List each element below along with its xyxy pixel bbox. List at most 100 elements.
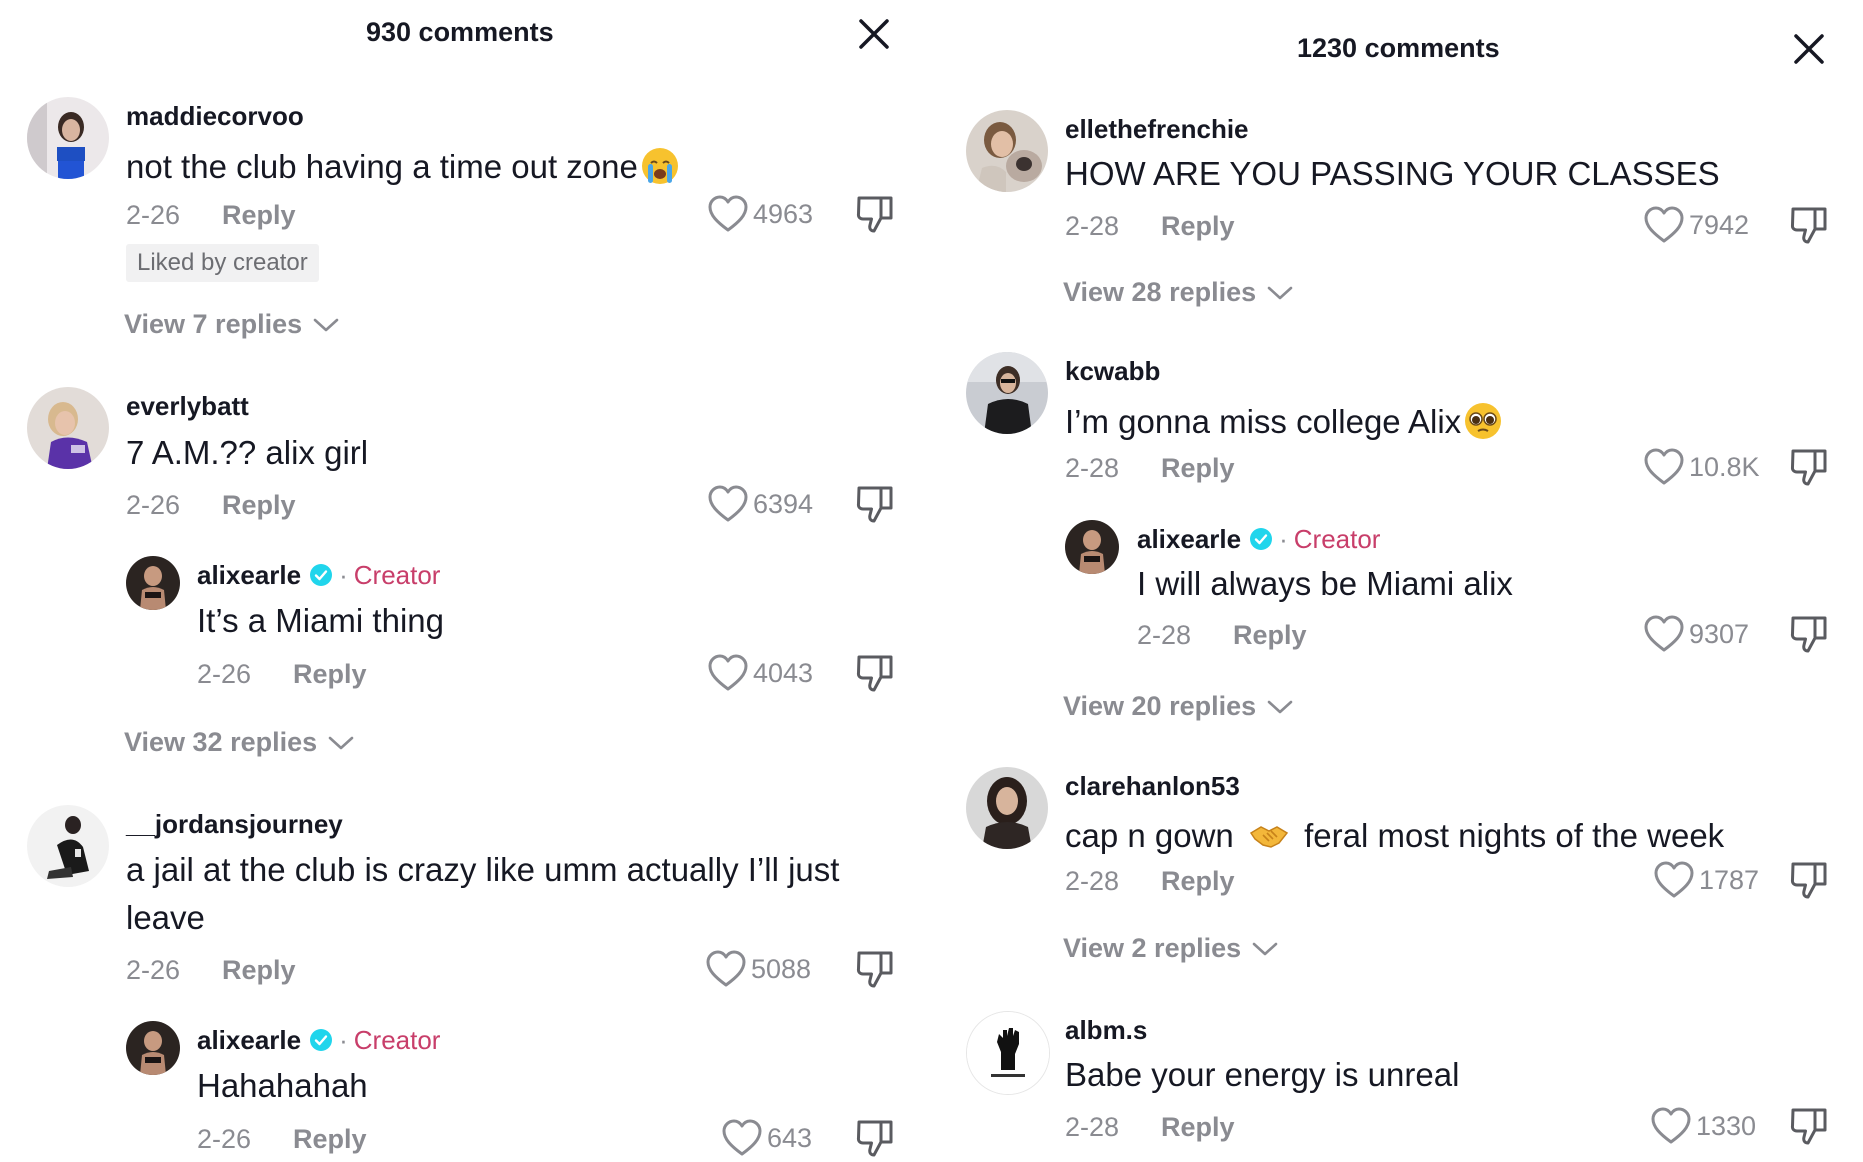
avatar[interactable]: [27, 805, 109, 887]
like-button[interactable]: 9307: [1643, 614, 1749, 654]
dot-separator: ·: [339, 560, 348, 590]
reply-button[interactable]: Reply: [1161, 1112, 1235, 1143]
avatar[interactable]: [966, 767, 1048, 849]
like-button[interactable]: 6394: [707, 484, 813, 524]
like-count: 4963: [753, 198, 814, 229]
dislike-icon[interactable]: [855, 948, 895, 990]
dislike-icon[interactable]: [1789, 204, 1829, 246]
comment-username[interactable]: __jordansjourney: [126, 809, 343, 840]
view-replies-button[interactable]: View 2 replies: [1063, 933, 1279, 964]
comment-text: cap n gown feral most nights of the week: [1065, 812, 1724, 860]
creator-reply-text: It’s a Miami thing: [197, 602, 444, 639]
chevron-down-icon: [327, 734, 355, 752]
view-replies-label: View 20 replies: [1063, 691, 1257, 721]
pleading-face-emoji: [1463, 401, 1503, 441]
heart-icon: [1650, 1106, 1692, 1146]
reply-button[interactable]: Reply: [222, 955, 296, 986]
like-button[interactable]: 10.8K: [1643, 447, 1760, 487]
verified-icon: [309, 1028, 333, 1052]
comment-text: I’m gonna miss college Alix: [1065, 398, 1503, 446]
comment-username[interactable]: clarehanlon53: [1065, 771, 1240, 802]
comment-date: 2-26: [126, 200, 181, 230]
creator-reply-text: I will always be Miami alix: [1137, 565, 1513, 602]
comments-panel-left: 930 comments maddiecorvoo not the club h…: [0, 0, 930, 1162]
dislike-icon[interactable]: [855, 1117, 895, 1159]
avatar[interactable]: [966, 110, 1048, 192]
like-button[interactable]: 7942: [1643, 205, 1749, 245]
dislike-icon[interactable]: [855, 652, 895, 694]
dot-separator: ·: [339, 1025, 348, 1055]
verified-icon: [309, 563, 333, 587]
comment-text: Babe your energy is unreal: [1065, 1056, 1460, 1093]
dislike-icon[interactable]: [855, 193, 895, 235]
close-icon[interactable]: [855, 15, 893, 53]
avatar[interactable]: [27, 387, 109, 469]
like-count: 1330: [1696, 1110, 1757, 1141]
like-button[interactable]: 643: [721, 1118, 812, 1158]
creator-reply-header: alixearle · Creator: [1137, 524, 1380, 555]
like-button[interactable]: 1330: [1650, 1106, 1756, 1146]
comment-date: 2-28: [1137, 620, 1192, 650]
heart-icon: [1643, 205, 1685, 245]
comment-text: not the club having a time out zone: [126, 143, 680, 191]
view-replies-label: View 7 replies: [124, 309, 303, 339]
comments-count-title: 930 comments: [366, 17, 554, 47]
view-replies-button[interactable]: View 20 replies: [1063, 691, 1294, 722]
view-replies-button[interactable]: View 28 replies: [1063, 277, 1294, 308]
view-replies-button[interactable]: View 7 replies: [124, 309, 340, 340]
chevron-down-icon: [1266, 284, 1294, 302]
handshake-emoji: [1249, 815, 1289, 855]
reply-button[interactable]: Reply: [293, 659, 367, 690]
view-replies-label: View 28 replies: [1063, 277, 1257, 307]
reply-button[interactable]: Reply: [222, 490, 296, 521]
chevron-down-icon: [1251, 940, 1279, 958]
comment-date: 2-28: [1065, 453, 1120, 483]
creator-reply-header: alixearle · Creator: [197, 1025, 440, 1056]
like-count: 5088: [751, 953, 812, 984]
comment-text: 7 A.M.?? alix girl: [126, 434, 369, 471]
reply-button[interactable]: Reply: [1233, 620, 1307, 651]
reply-button[interactable]: Reply: [293, 1124, 367, 1155]
dislike-icon[interactable]: [1789, 1105, 1829, 1147]
comment-text-before: cap n gown: [1065, 817, 1234, 854]
comment-username[interactable]: ellethefrenchie: [1065, 114, 1249, 145]
comment-username[interactable]: kcwabb: [1065, 356, 1160, 387]
creator-avatar[interactable]: [126, 556, 180, 610]
like-count: 643: [767, 1122, 813, 1153]
creator-username[interactable]: alixearle: [1137, 524, 1241, 554]
like-count: 7942: [1689, 209, 1750, 240]
comment-date: 2-26: [197, 1124, 252, 1154]
dislike-icon[interactable]: [855, 483, 895, 525]
creator-username[interactable]: alixearle: [197, 560, 301, 590]
dislike-icon[interactable]: [1789, 859, 1829, 901]
creator-label: Creator: [1293, 524, 1381, 554]
view-replies-button[interactable]: View 32 replies: [124, 727, 355, 758]
comment-username[interactable]: albm.s: [1065, 1015, 1147, 1046]
close-icon[interactable]: [1790, 30, 1828, 68]
creator-avatar[interactable]: [1065, 520, 1119, 574]
dislike-icon[interactable]: [1789, 613, 1829, 655]
reply-button[interactable]: Reply: [1161, 211, 1235, 242]
avatar[interactable]: [27, 97, 109, 179]
comment-username[interactable]: maddiecorvoo: [126, 101, 304, 132]
comment-username[interactable]: everlybatt: [126, 391, 249, 422]
comment-date: 2-26: [126, 490, 181, 520]
reply-button[interactable]: Reply: [1161, 453, 1235, 484]
comment-date: 2-26: [126, 955, 181, 985]
like-button[interactable]: 1787: [1653, 860, 1759, 900]
comment-text: a jail at the club is crazy like umm act…: [126, 851, 840, 936]
reply-button[interactable]: Reply: [222, 200, 296, 231]
avatar[interactable]: [966, 1011, 1050, 1095]
like-count: 4043: [753, 657, 814, 688]
heart-icon: [707, 653, 749, 693]
reply-button[interactable]: Reply: [1161, 866, 1235, 897]
dislike-icon[interactable]: [1789, 446, 1829, 488]
like-button[interactable]: 4043: [707, 653, 813, 693]
like-button[interactable]: 4963: [707, 194, 813, 234]
creator-avatar[interactable]: [126, 1021, 180, 1075]
creator-username[interactable]: alixearle: [197, 1025, 301, 1055]
chevron-down-icon: [312, 316, 340, 334]
avatar[interactable]: [966, 352, 1048, 434]
like-count: 6394: [753, 488, 814, 519]
like-button[interactable]: 5088: [705, 949, 811, 989]
